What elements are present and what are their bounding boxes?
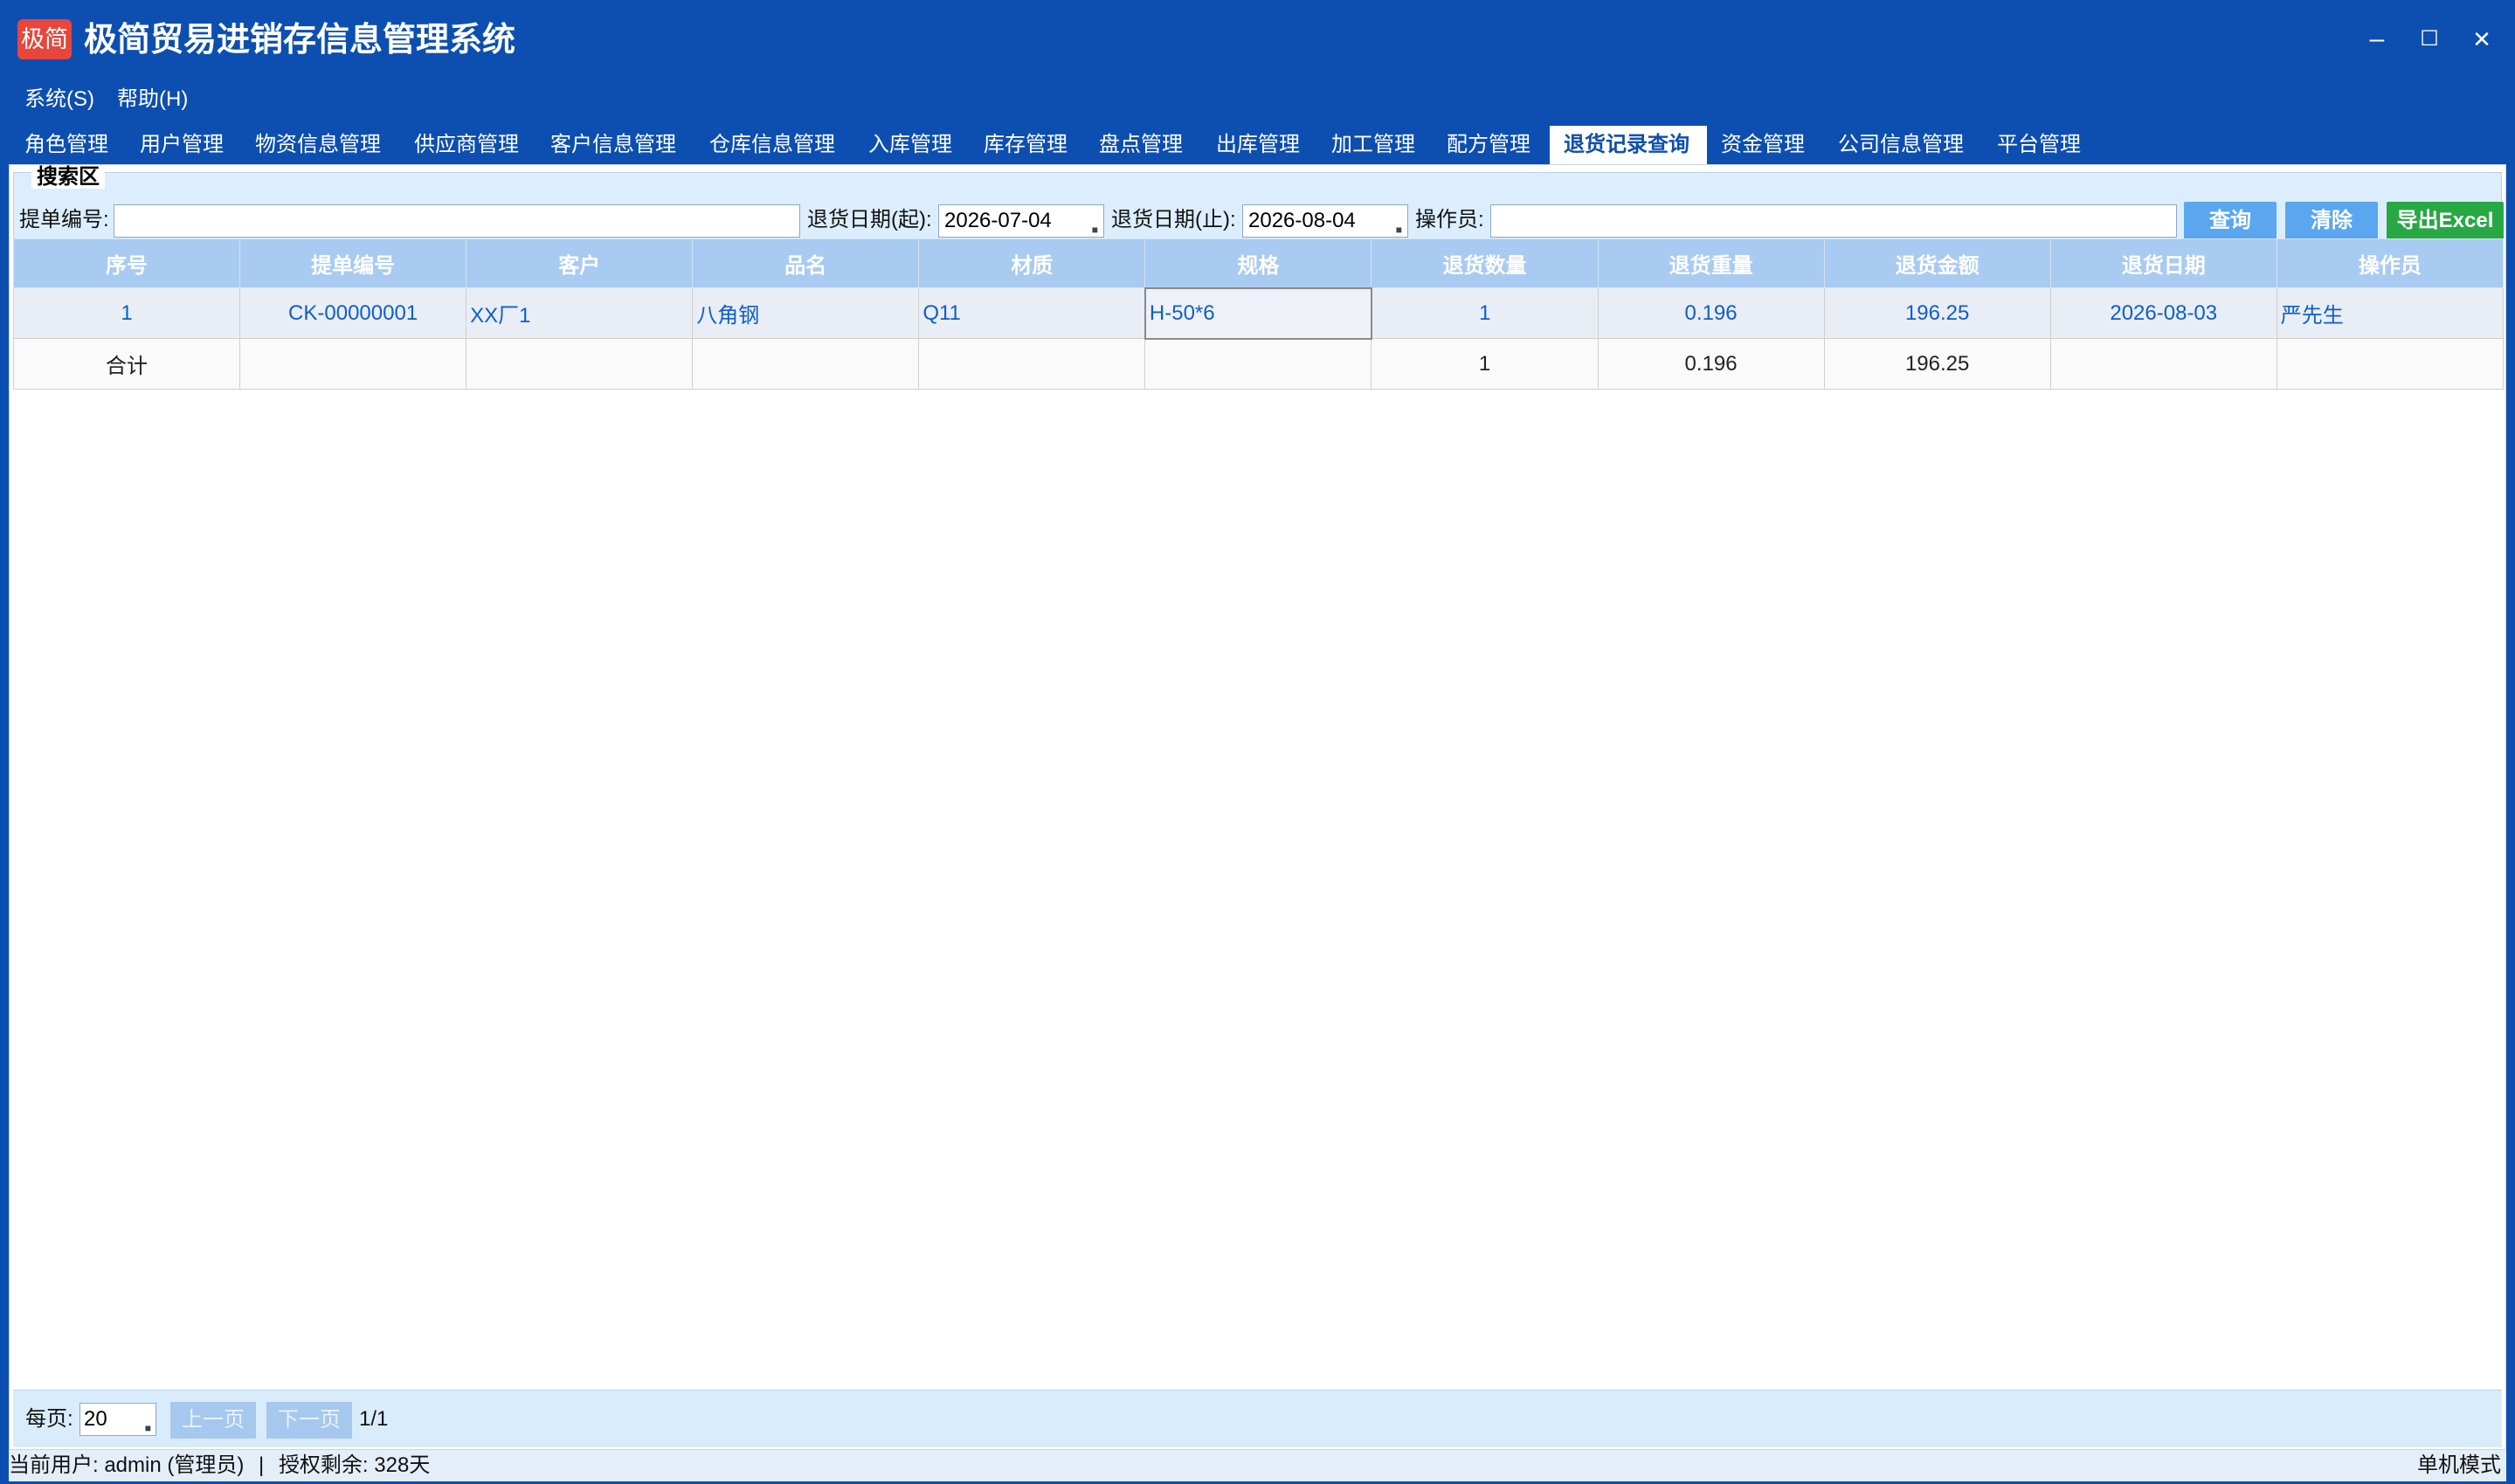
per-page-value: 20 [84, 1407, 107, 1431]
col-return-weight[interactable]: 退货重量 [1597, 238, 1825, 288]
col-spec[interactable]: 规格 [1144, 238, 1372, 288]
operator-input[interactable] [1490, 204, 2177, 238]
order-no-label: 提单编号: [19, 208, 109, 231]
total-return-weight: 0.196 [1597, 338, 1825, 390]
tab-stocktake[interactable]: 盘点管理 [1085, 126, 1197, 164]
cell-material[interactable]: Q11 [918, 287, 1146, 339]
maximize-icon[interactable]: ☐ [2408, 19, 2451, 59]
total-cell [239, 338, 467, 390]
total-cell [466, 338, 694, 390]
cell-operator[interactable]: 严先生 [2276, 287, 2505, 339]
col-order-no[interactable]: 提单编号 [239, 238, 467, 288]
return-records-table: 序号 提单编号 客户 品名 材质 规格 退货数量 退货重量 退货金额 退货日期 … [12, 238, 2505, 390]
operator-label: 操作员: [1415, 208, 1484, 231]
cell-order-no[interactable]: CK-00000001 [239, 287, 467, 339]
tab-inbound[interactable]: 入库管理 [854, 126, 966, 164]
col-product[interactable]: 品名 [692, 238, 920, 288]
total-row: 合计 1 0.196 196.25 [12, 338, 2505, 390]
cell-return-qty[interactable]: 1 [1371, 287, 1599, 339]
total-cell [1144, 338, 1372, 390]
cell-spec[interactable]: H-50*6 [1143, 286, 1372, 340]
pagination-bar: 每页: 20 ■ 上一页 下一页 1/1 [13, 1390, 2502, 1447]
tab-return-records[interactable]: 退货记录查询 [1550, 126, 1707, 164]
order-no-input[interactable] [114, 204, 800, 238]
export-excel-button[interactable]: 导出Excel [2387, 202, 2504, 240]
per-page-label: 每页: [25, 1407, 73, 1431]
current-user: 当前用户: admin (管理员) [9, 1453, 245, 1477]
search-legend: 搜索区 [31, 166, 105, 189]
cell-return-weight[interactable]: 0.196 [1597, 287, 1825, 339]
next-page-button[interactable]: 下一页 [266, 1402, 352, 1439]
run-mode: 单机模式 [2417, 1453, 2501, 1477]
date-from-value: 2026-07-04 [944, 209, 1052, 232]
total-cell [692, 338, 920, 390]
license-remaining: 授权剩余: 328天 [278, 1453, 431, 1477]
per-page-select[interactable]: 20 ■ [79, 1403, 156, 1436]
tab-role[interactable]: 角色管理 [10, 126, 122, 164]
date-to-label: 退货日期(止): [1111, 208, 1236, 231]
total-cell [2276, 338, 2505, 390]
col-material[interactable]: 材质 [918, 238, 1146, 288]
tab-funds[interactable]: 资金管理 [1707, 126, 1819, 164]
col-customer[interactable]: 客户 [466, 238, 694, 288]
tab-material[interactable]: 物资信息管理 [241, 126, 395, 164]
prev-page-button[interactable]: 上一页 [170, 1402, 256, 1439]
minimize-icon[interactable]: – [2355, 19, 2399, 59]
tab-company[interactable]: 公司信息管理 [1824, 126, 1978, 164]
table-header: 序号 提单编号 客户 品名 材质 规格 退货数量 退货重量 退货金额 退货日期 … [12, 238, 2505, 288]
chevron-down-icon[interactable]: ■ [145, 1412, 151, 1444]
status-left: 当前用户: admin (管理员) | 授权剩余: 328天 [9, 1450, 430, 1481]
cell-index[interactable]: 1 [12, 287, 241, 339]
menu-help[interactable]: 帮助(H) [117, 84, 188, 115]
cell-return-amount[interactable]: 196.25 [1823, 287, 2051, 339]
main-panel: 搜索区 提单编号: 退货日期(起): 2026-07-04 ■ 退货日期(止):… [9, 164, 2506, 1450]
close-icon[interactable]: ✕ [2460, 19, 2504, 59]
clear-button[interactable]: 清除 [2285, 202, 2378, 240]
app-window: 极简 极简贸易进销存信息管理系统 – ☐ ✕ 系统(S) 帮助(H) 角色管理 … [0, 0, 2515, 1484]
query-button[interactable]: 查询 [2184, 202, 2277, 240]
tab-warehouse[interactable]: 仓库信息管理 [695, 126, 849, 164]
tab-supplier[interactable]: 供应商管理 [400, 126, 533, 164]
tab-platform[interactable]: 平台管理 [1983, 126, 2095, 164]
date-to-value: 2026-08-04 [1248, 209, 1356, 232]
tab-outbound[interactable]: 出库管理 [1202, 126, 1314, 164]
total-return-qty: 1 [1371, 338, 1599, 390]
col-return-date[interactable]: 退货日期 [2049, 238, 2277, 288]
title-bar: 极简 极简贸易进销存信息管理系统 – ☐ ✕ [0, 0, 2515, 79]
menu-system[interactable]: 系统(S) [24, 84, 94, 115]
tab-processing[interactable]: 加工管理 [1317, 126, 1429, 164]
tab-customer[interactable]: 客户信息管理 [536, 126, 690, 164]
col-index[interactable]: 序号 [12, 238, 241, 288]
date-to-picker[interactable]: 2026-08-04 ■ [1242, 204, 1408, 238]
module-tabs: 角色管理 用户管理 物资信息管理 供应商管理 客户信息管理 仓库信息管理 入库管… [0, 126, 2515, 164]
table-row[interactable]: 1 CK-00000001 XX厂1 八角钢 Q11 H-50*6 1 0.19… [12, 286, 2505, 340]
tab-formula[interactable]: 配方管理 [1433, 126, 1544, 164]
app-title: 极简贸易进销存信息管理系统 [84, 22, 516, 59]
status-separator: | [259, 1453, 265, 1477]
date-from-label: 退货日期(起): [807, 208, 932, 231]
total-return-amount: 196.25 [1823, 338, 2051, 390]
total-label: 合计 [12, 338, 241, 390]
col-operator[interactable]: 操作员 [2276, 238, 2505, 288]
cell-product[interactable]: 八角钢 [692, 287, 920, 339]
search-area: 搜索区 提单编号: 退货日期(起): 2026-07-04 ■ 退货日期(止):… [13, 166, 2504, 247]
date-from-picker[interactable]: 2026-07-04 ■ [938, 204, 1104, 238]
total-cell [2049, 338, 2277, 390]
col-return-qty[interactable]: 退货数量 [1371, 238, 1599, 288]
tab-user[interactable]: 用户管理 [126, 126, 238, 164]
cell-return-date[interactable]: 2026-08-03 [2049, 287, 2277, 339]
menu-bar: 系统(S) 帮助(H) [0, 79, 2515, 122]
status-bar: 当前用户: admin (管理员) | 授权剩余: 328天 单机模式 [9, 1450, 2506, 1481]
app-logo: 极简 [17, 19, 72, 59]
page-info: 1/1 [359, 1407, 389, 1431]
total-cell [918, 338, 1146, 390]
tab-inventory[interactable]: 库存管理 [970, 126, 1081, 164]
cell-customer[interactable]: XX厂1 [466, 287, 694, 339]
col-return-amount[interactable]: 退货金额 [1823, 238, 2051, 288]
